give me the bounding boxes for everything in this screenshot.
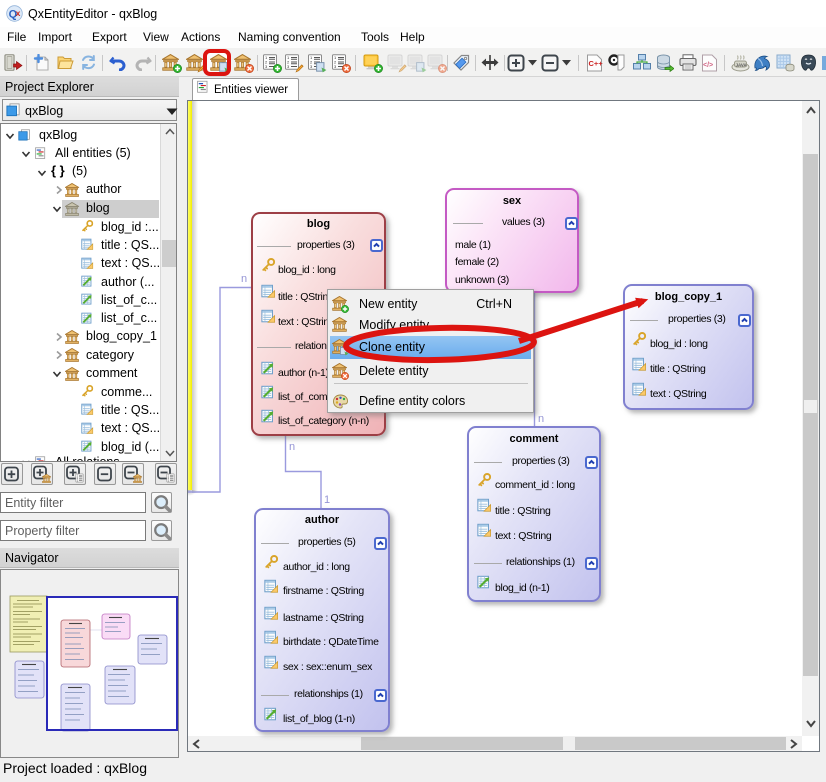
svg-text:C++: C++ bbox=[589, 59, 604, 68]
svg-text:JAVA: JAVA bbox=[736, 62, 748, 67]
svg-text:</>: </> bbox=[703, 62, 713, 69]
svg-text:x: x bbox=[16, 8, 21, 18]
